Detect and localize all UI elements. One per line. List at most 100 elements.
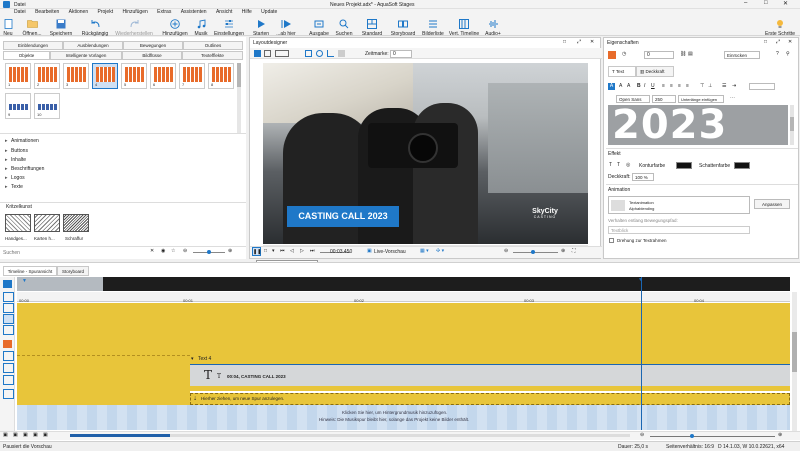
new-button[interactable]: Neu — [0, 16, 16, 37]
maximize-button[interactable]: □ — [764, 0, 768, 6]
template-tile-3[interactable]: 3 — [63, 63, 89, 89]
tile-zoom-slider[interactable] — [193, 250, 225, 254]
properties-close-icon[interactable]: ✕ — [788, 39, 792, 45]
menu-ansicht[interactable]: Ansicht — [216, 9, 232, 16]
template-tile-1[interactable]: 1 — [5, 63, 31, 89]
panel-restore-icon[interactable]: □ — [563, 39, 566, 45]
list-icon[interactable]: ☰ — [722, 83, 726, 89]
live-preview-toggle[interactable]: Live-Vorschau — [374, 249, 406, 255]
indent-icon[interactable]: ⇥ — [732, 83, 736, 89]
sketch-tile-handgezeichnet[interactable] — [5, 214, 31, 232]
pause-button[interactable]: ❚❚ — [252, 247, 261, 256]
sketch-tile-schraffur[interactable] — [63, 214, 89, 232]
underline-icon[interactable]: U — [651, 83, 655, 89]
standard-view-button[interactable]: Standard — [360, 16, 384, 37]
justify-icon[interactable]: ≡ — [686, 83, 689, 89]
template-tile-7[interactable]: 7 — [179, 63, 205, 89]
text-style-icon[interactable]: A — [608, 83, 615, 90]
track-collapse-icon[interactable]: ▾ — [191, 356, 194, 362]
prev-frame-button[interactable]: ◁ — [290, 248, 294, 254]
tab-outlines[interactable]: Outlines — [183, 41, 243, 50]
timeline-hscroll[interactable] — [70, 434, 630, 437]
preview-zoom-out-icon[interactable]: ⊖ — [504, 248, 508, 254]
search-button[interactable]: Suchen — [334, 16, 354, 37]
select-tool-icon[interactable] — [254, 50, 261, 57]
panel-close-icon[interactable]: ✕ — [590, 39, 594, 45]
timeline-view-4-icon[interactable]: ▣ — [33, 432, 38, 438]
schattenfarbe-swatch[interactable] — [734, 162, 750, 169]
timeline-view-5-icon[interactable]: ▣ — [43, 432, 48, 438]
playback-options-icon[interactable]: ▾ — [272, 248, 275, 254]
template-tile-6[interactable]: 6 — [150, 63, 176, 89]
video-preview[interactable]: CASTING CALL 2023 SkyCity CASTING — [263, 63, 588, 244]
deckkraft-input[interactable]: 100 % — [632, 173, 654, 181]
first-frame-button[interactable]: ⏮ — [280, 248, 285, 254]
tree-item-buttons[interactable]: Buttons — [5, 148, 28, 154]
template-tile-9[interactable]: 9 — [5, 93, 31, 119]
zeitmarke-value[interactable]: 0 — [390, 50, 412, 58]
template-tile-4-selected[interactable]: 4 — [92, 63, 118, 89]
font-color-icon[interactable]: A — [619, 83, 622, 89]
start-from-here-button[interactable]: ...ab hier — [274, 16, 298, 37]
tree-item-inhalte[interactable]: Inhalte — [5, 157, 26, 163]
timeline-tool-6-icon[interactable] — [3, 340, 12, 348]
text-effect-icon[interactable]: T — [609, 162, 612, 168]
anpassen-button[interactable]: Anpassen — [754, 199, 790, 209]
timeline-tool-2-icon[interactable] — [3, 292, 14, 302]
zoom-out-icon[interactable]: ⊖ — [183, 248, 187, 254]
tab-deckkraft[interactable]: ▥ Deckkraft — [636, 66, 674, 77]
timeline-tool-1-icon[interactable] — [3, 280, 12, 288]
timeline-zoom-out-icon[interactable]: ⊖ — [640, 432, 644, 438]
valign-middle-icon[interactable]: ⊥ — [708, 83, 712, 89]
timeline-zoom-slider[interactable] — [650, 434, 775, 438]
align-center-icon[interactable]: ≡ — [670, 83, 673, 89]
animation-path-select[interactable]: Textblick — [608, 226, 750, 234]
start-button[interactable]: Starten — [252, 16, 270, 37]
display-options-icon[interactable]: ▦ ▾ — [420, 248, 429, 254]
first-steps-button[interactable]: Erste Schritte — [762, 16, 798, 37]
drop-zone[interactable]: ⇣ Hierher ziehen, um neue Spur anzulegen… — [190, 393, 790, 405]
menu-hinzufuegen[interactable]: Hinzufügen — [122, 9, 147, 16]
timeline-overview[interactable] — [17, 277, 790, 291]
timeline-zoom-in-icon[interactable]: ⊕ — [778, 432, 782, 438]
tiles-scrollbar[interactable] — [237, 63, 241, 133]
tab-bewegungen[interactable]: Bewegungen — [123, 41, 183, 50]
menu-bearbeiten[interactable]: Bearbeiten — [35, 9, 59, 16]
kritzelkunst-heading[interactable]: Kritzelkunst — [6, 204, 32, 210]
properties-maximize-icon[interactable]: ⤢ — [776, 39, 780, 45]
settings-button[interactable]: Einstellungen — [214, 16, 244, 37]
timeline-view-3-icon[interactable]: ▣ — [23, 432, 28, 438]
tree-item-logos[interactable]: Logos — [5, 175, 24, 181]
clip-handle-bar[interactable] — [190, 386, 790, 391]
redo-button[interactable]: Wiederherstellen — [114, 16, 154, 37]
marker-tool-icon[interactable] — [338, 50, 345, 57]
timeline-tool-10-icon[interactable] — [3, 389, 14, 399]
clear-search-icon[interactable]: ✕ — [150, 248, 154, 254]
animation-select[interactable]: Textanimation Alphablending — [608, 196, 750, 214]
crop-tool-icon[interactable] — [305, 50, 312, 57]
zoom-in-icon[interactable]: ⊕ — [228, 248, 232, 254]
menu-extras[interactable]: Extras — [157, 9, 171, 16]
baseline-select[interactable]: Unterlänge einfügen — [678, 95, 724, 103]
menu-projekt[interactable]: Projekt — [98, 9, 114, 16]
menu-aktionen[interactable]: Aktionen — [69, 9, 88, 16]
playhead[interactable] — [641, 277, 642, 430]
position-value[interactable]: 0 — [644, 51, 674, 59]
tab-einblendungen[interactable]: Einblendungen — [3, 41, 63, 50]
glow-effect-icon[interactable]: ◎ — [626, 162, 630, 168]
playhead-handle-icon[interactable]: ▼ — [638, 277, 643, 283]
font-color-select[interactable] — [749, 83, 775, 90]
timeline-tool-5-icon[interactable] — [3, 325, 14, 335]
grid-tool-icon[interactable] — [264, 50, 271, 57]
menu-datei[interactable]: Datei — [14, 9, 26, 16]
add-button[interactable]: Hinzufügen — [162, 16, 188, 37]
highlight-icon[interactable]: A — [627, 83, 630, 89]
path-tool-icon[interactable] — [327, 50, 334, 57]
close-button[interactable]: ✕ — [783, 0, 788, 7]
shadow-effect-icon[interactable]: T — [617, 162, 620, 168]
music-button[interactable]: Musik — [192, 16, 210, 37]
casting-call-banner[interactable]: CASTING CALL 2023 — [287, 206, 399, 227]
einruecken-select[interactable]: Einrücken — [724, 51, 760, 59]
panel-maximize-icon[interactable]: ⤢ — [577, 39, 581, 45]
text-clip[interactable]: T T 00:04, CASTING CALL 2023 — [190, 364, 790, 387]
